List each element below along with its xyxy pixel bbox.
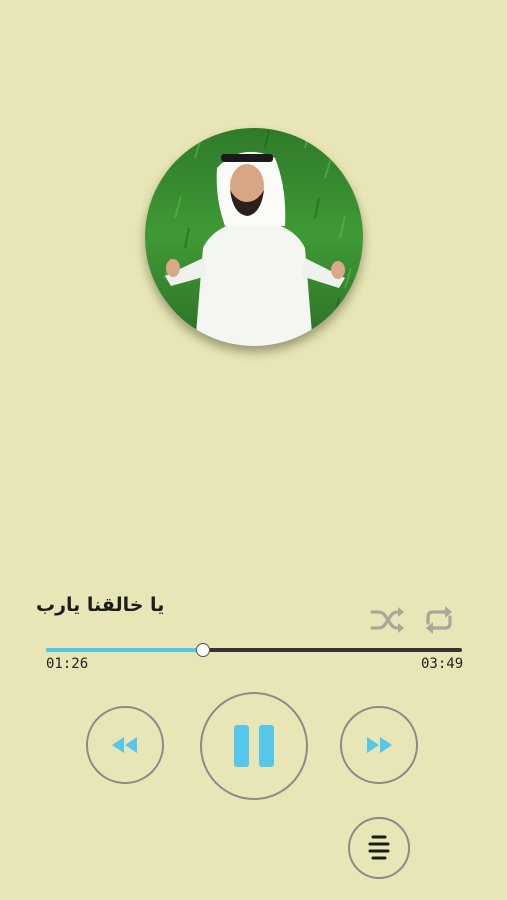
shuffle-button[interactable] <box>369 603 405 637</box>
shuffle-icon <box>370 607 404 633</box>
pause-icon <box>234 725 274 767</box>
seek-thumb[interactable] <box>196 643 211 657</box>
seek-progress <box>46 648 204 652</box>
rewind-button[interactable] <box>86 706 164 784</box>
track-title: يا خالقنا يارب <box>36 594 165 616</box>
pause-button[interactable] <box>200 692 308 800</box>
total-time: 03:49 <box>421 656 464 672</box>
playlist-button[interactable] <box>348 817 410 879</box>
playlist-icon <box>368 835 390 860</box>
elapsed-time: 01:26 <box>46 656 89 672</box>
album-art <box>145 128 363 346</box>
seek-bar[interactable] <box>46 643 462 657</box>
fast-forward-button[interactable] <box>340 706 418 784</box>
repeat-button[interactable] <box>421 603 457 637</box>
fast-forward-icon <box>367 737 392 753</box>
rewind-icon <box>112 737 137 753</box>
repeat-icon <box>426 606 452 634</box>
